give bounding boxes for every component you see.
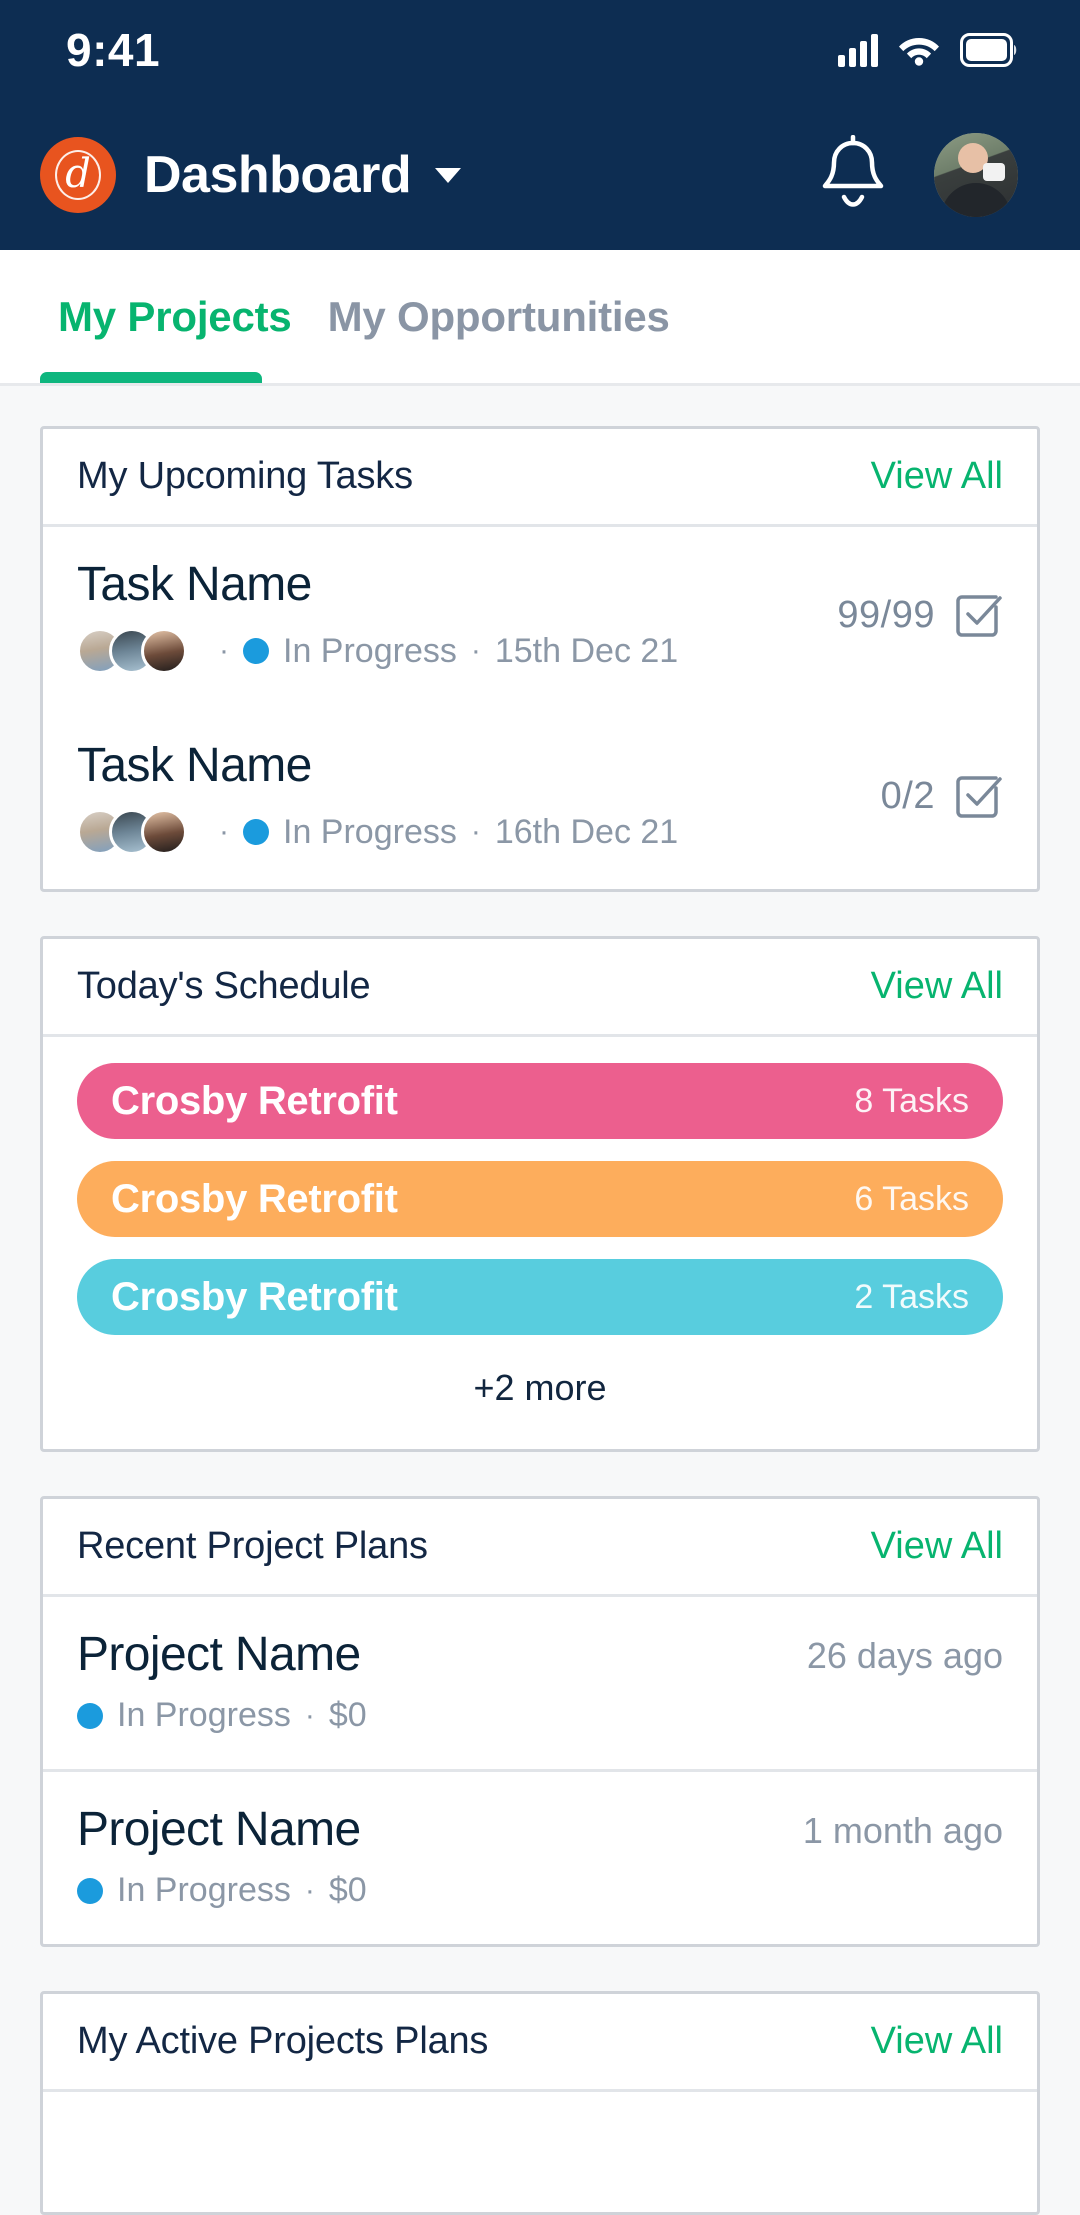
project-status-label: In Progress	[117, 1871, 291, 1909]
card-header: My Active Projects Plans View All	[43, 1994, 1037, 2092]
project-name: Project Name	[77, 1803, 361, 1856]
signal-icon	[838, 33, 878, 67]
project-row-top: Project Name 26 days ago	[77, 1627, 1003, 1682]
meta-separator: ·	[304, 1698, 315, 1732]
project-status-label: In Progress	[117, 1696, 291, 1734]
project-updated-ago: 1 month ago	[802, 1810, 1003, 1851]
task-progress: 0/2	[881, 772, 1003, 822]
task-info: Task Name · In Progress · 15th Dec 21	[77, 557, 678, 674]
card-header: Recent Project Plans View All	[43, 1499, 1037, 1597]
show-more-button[interactable]: +2 more	[77, 1357, 1003, 1435]
schedule-task-count: 6 Tasks	[854, 1179, 969, 1218]
task-name: Task Name	[77, 739, 312, 792]
battery-icon	[960, 33, 1017, 67]
status-bar-indicators	[838, 33, 1018, 67]
assignee-avatars[interactable]	[77, 628, 187, 674]
project-amount: $0	[328, 1871, 367, 1909]
status-bar: 9:41	[0, 0, 1080, 100]
status-badge	[243, 638, 269, 664]
project-amount: $0	[328, 1696, 367, 1734]
view-all-upcoming-tasks[interactable]: View All	[871, 455, 1003, 498]
project-meta: In Progress · $0	[77, 1696, 1003, 1735]
meta-separator: ·	[470, 815, 481, 848]
meta-separator: ·	[470, 634, 481, 667]
meta-separator: ·	[219, 815, 229, 848]
tab-my-opportunities[interactable]: My Opportunities	[310, 250, 688, 383]
status-bar-clock: 9:41	[66, 24, 161, 76]
card-recent-project-plans: Recent Project Plans View All Project Na…	[40, 1496, 1040, 1947]
notification-bell-button[interactable]	[816, 135, 890, 215]
meta-separator: ·	[219, 634, 229, 667]
tab-bar: My Projects My Opportunities	[0, 250, 1080, 383]
dashboard-content: My Upcoming Tasks View All Task Name · I…	[0, 386, 1080, 2215]
task-count: 99/99	[837, 594, 935, 636]
table-row[interactable]: Task Name · In Progress · 15th Dec 21 99…	[43, 527, 1037, 708]
app-logo-letter: d	[65, 151, 91, 197]
notification-bell-icon	[822, 135, 884, 207]
status-badge	[243, 819, 269, 845]
task-status-label: In Progress	[283, 812, 457, 851]
project-row-top: Project Name 1 month ago	[77, 1802, 1003, 1857]
list-item[interactable]: Crosby Retrofit 8 Tasks	[77, 1063, 1003, 1139]
list-item[interactable]: Crosby Retrofit 6 Tasks	[77, 1161, 1003, 1237]
view-all-todays-schedule[interactable]: View All	[871, 965, 1003, 1008]
card-title: My Active Projects Plans	[77, 2020, 489, 2062]
card-body-placeholder	[43, 2092, 1037, 2212]
table-row[interactable]: Project Name 1 month ago In Progress · $…	[43, 1772, 1037, 1944]
project-meta: In Progress · $0	[77, 1871, 1003, 1910]
card-title: My Upcoming Tasks	[77, 455, 413, 497]
task-due-date: 15th Dec 21	[494, 631, 679, 670]
card-header: Today's Schedule View All	[43, 939, 1037, 1037]
task-status-label: In Progress	[283, 631, 457, 670]
avatar[interactable]	[934, 133, 1018, 217]
project-updated-ago: 26 days ago	[806, 1635, 1003, 1676]
project-name: Project Name	[77, 1628, 361, 1681]
tab-my-projects[interactable]: My Projects	[40, 250, 310, 383]
avatar	[141, 628, 187, 674]
status-badge	[77, 1702, 103, 1729]
schedule-project-name: Crosby Retrofit	[111, 1078, 398, 1123]
card-title: Today's Schedule	[77, 965, 371, 1007]
task-due-date: 16th Dec 21	[494, 812, 679, 851]
assignee-avatars[interactable]	[77, 809, 187, 855]
card-title: Recent Project Plans	[77, 1525, 428, 1567]
card-todays-schedule: Today's Schedule View All Crosby Retrofi…	[40, 936, 1040, 1452]
tab-active-indicator	[40, 372, 262, 383]
schedule-list: Crosby Retrofit 8 Tasks Crosby Retrofit …	[43, 1037, 1037, 1449]
view-all-active-project-plans[interactable]: View All	[871, 2020, 1003, 2063]
schedule-project-name: Crosby Retrofit	[111, 1274, 398, 1319]
task-meta: · In Progress · 15th Dec 21	[77, 628, 678, 674]
avatar-cup	[982, 163, 1005, 182]
schedule-task-count: 2 Tasks	[854, 1277, 969, 1316]
card-header: My Upcoming Tasks View All	[43, 429, 1037, 527]
table-row[interactable]: Project Name 26 days ago In Progress · $…	[43, 1597, 1037, 1769]
checkbox-checked-icon[interactable]	[953, 591, 1003, 641]
status-badge	[77, 1877, 103, 1904]
page-title[interactable]: Dashboard	[144, 145, 412, 205]
schedule-project-name: Crosby Retrofit	[111, 1176, 398, 1221]
task-info: Task Name · In Progress · 16th Dec 21	[77, 738, 678, 855]
meta-separator: ·	[304, 1873, 315, 1907]
table-row[interactable]: Task Name · In Progress · 16th Dec 21 0/…	[43, 708, 1037, 889]
task-name: Task Name	[77, 558, 312, 611]
task-count: 0/2	[880, 775, 935, 817]
dashboard-screen: 9:41 d Dashboard My Projects My Opportun…	[0, 0, 1080, 2215]
schedule-task-count: 8 Tasks	[854, 1081, 969, 1120]
task-progress: 99/99	[837, 591, 1003, 641]
list-item[interactable]: Crosby Retrofit 2 Tasks	[77, 1259, 1003, 1335]
app-bar: d Dashboard	[0, 100, 1080, 250]
card-upcoming-tasks: My Upcoming Tasks View All Task Name · I…	[40, 426, 1040, 892]
chevron-down-icon[interactable]	[435, 167, 462, 183]
task-meta: · In Progress · 16th Dec 21	[77, 809, 678, 855]
app-logo-icon[interactable]: d	[40, 137, 116, 213]
wifi-icon	[899, 38, 939, 66]
view-all-recent-project-plans[interactable]: View All	[871, 1525, 1003, 1568]
checkbox-checked-icon[interactable]	[953, 772, 1003, 822]
card-active-project-plans: My Active Projects Plans View All	[40, 1991, 1040, 2215]
avatar	[141, 809, 187, 855]
